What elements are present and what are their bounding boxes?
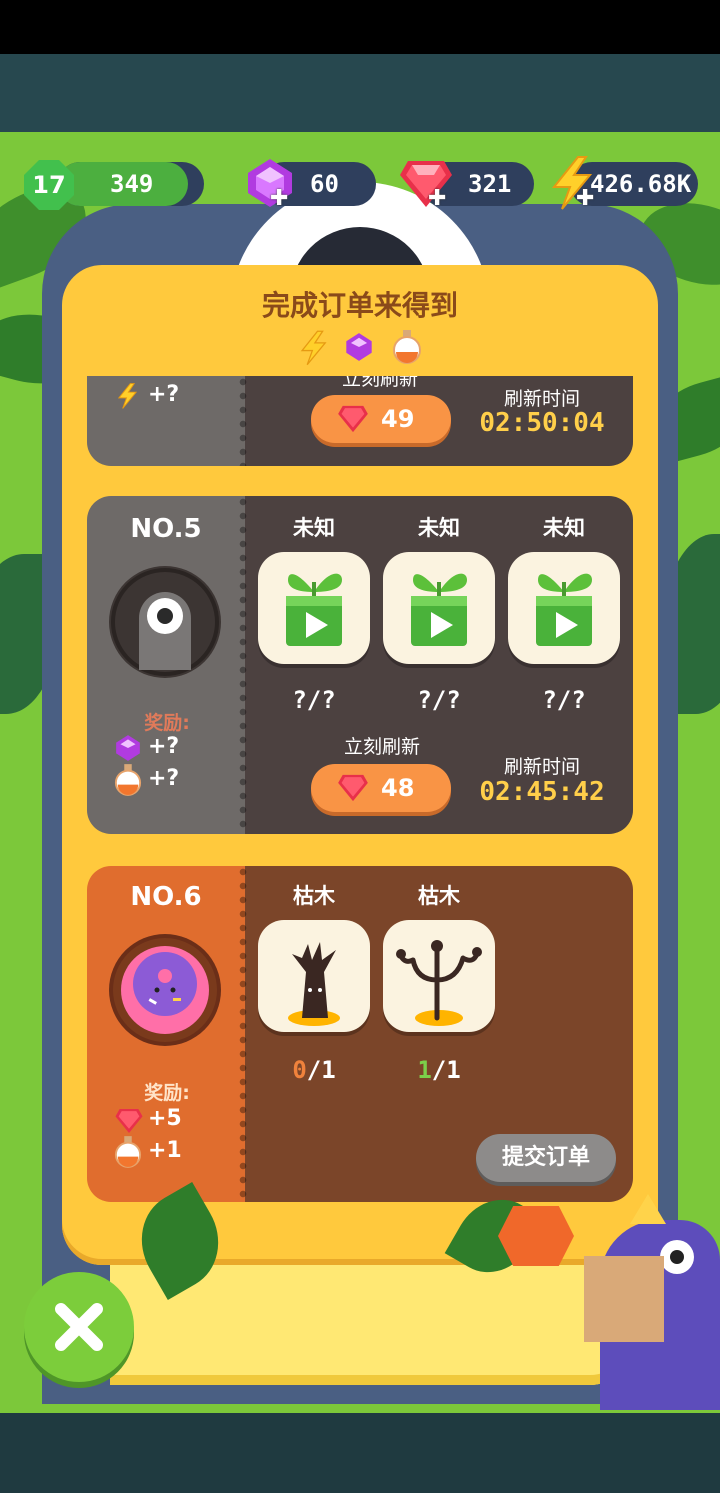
item-label: 枯木 — [418, 884, 460, 908]
gems-value: 60 — [310, 170, 339, 198]
xp-bar: 349 — [58, 162, 204, 206]
refresh-time-label: 刷新时间 — [503, 756, 580, 778]
customer-avatar — [109, 566, 221, 678]
refresh-time-value: 02:50:04 — [479, 408, 605, 438]
close-icon — [55, 1303, 103, 1351]
sprout-video-icon — [286, 573, 342, 646]
party-hat — [630, 1194, 666, 1224]
order-number: NO.6 — [130, 882, 202, 912]
add-rubies-button[interactable]: ✚ — [428, 186, 446, 211]
unknown-item-video-button[interactable] — [383, 552, 495, 664]
item-count: ?/? — [417, 686, 461, 714]
scene-top-band — [0, 54, 720, 134]
dead-tree-item[interactable] — [258, 920, 370, 1032]
lightning-icon — [117, 383, 138, 409]
customer-avatar — [109, 934, 221, 1046]
order-number: NO.5 — [130, 514, 202, 544]
reward-value: +1 — [148, 1138, 182, 1163]
item-progress: 0/1 — [258, 1056, 370, 1084]
refresh-time-value: 02:45:42 — [479, 777, 605, 807]
reward-value: +? — [148, 766, 180, 791]
orange-crystal-decoration — [498, 1206, 574, 1266]
refresh-now-label: 立刻刷新 — [341, 376, 418, 390]
panel-title: 完成订单来得到 — [261, 289, 458, 322]
ruby-icon — [338, 405, 368, 433]
refresh-cost: 48 — [381, 774, 415, 802]
reward-value: +? — [148, 734, 180, 759]
item-have: 0 — [292, 1056, 307, 1084]
potion-icon — [393, 330, 421, 364]
cardboard-box — [584, 1256, 664, 1342]
item-label: 枯木 — [293, 884, 335, 908]
sprout-video-icon — [536, 573, 592, 646]
potion-icon — [114, 1136, 142, 1168]
xp-value: 349 — [110, 170, 154, 198]
reward-label: 奖励: — [144, 712, 190, 734]
item-need: /1 — [431, 1056, 461, 1084]
sprout-video-icon — [411, 573, 467, 646]
item-need: /1 — [306, 1056, 336, 1084]
submit-order-button[interactable]: 提交订单 — [476, 1134, 616, 1182]
unknown-item-video-button[interactable] — [258, 552, 370, 664]
item-progress: 1/1 — [383, 1056, 495, 1084]
donut-customer-icon — [113, 938, 217, 1042]
rubies-value: 321 — [468, 170, 512, 198]
item-label: 未知 — [293, 516, 335, 540]
lightning-icon — [300, 330, 327, 366]
cyclops-customer-icon — [111, 568, 219, 676]
add-gems-button[interactable]: ✚ — [270, 186, 288, 211]
dead-tree-icon — [396, 940, 482, 1026]
refresh-label-clip: 立刻刷新 — [245, 376, 515, 390]
reward-label: 奖励: — [144, 1082, 190, 1104]
item-label: 未知 — [418, 516, 460, 540]
perforation — [239, 496, 247, 834]
dead-tree-icon — [288, 942, 340, 1026]
ruby-icon — [115, 1109, 143, 1133]
item-count: ?/? — [292, 686, 336, 714]
purple-gem-icon — [116, 735, 140, 761]
status-bar — [0, 0, 720, 54]
energy-value: 426.68K — [590, 170, 692, 198]
add-energy-button[interactable]: ✚ — [576, 186, 594, 211]
purple-gem-icon — [346, 333, 372, 361]
item-label: 未知 — [543, 516, 585, 540]
navigation-bar — [0, 1413, 720, 1493]
mascot-eye — [660, 1240, 694, 1274]
refresh-now-label: 立刻刷新 — [343, 736, 420, 758]
level-badge: 17 — [24, 160, 74, 210]
close-button[interactable] — [24, 1272, 134, 1382]
refresh-cost: 49 — [381, 405, 415, 433]
dead-tree-item[interactable] — [383, 920, 495, 1032]
ruby-icon — [338, 774, 368, 802]
unknown-item-video-button[interactable] — [508, 552, 620, 664]
refresh-time-label: 刷新时间 — [503, 388, 580, 410]
reward-value: +? — [148, 382, 180, 407]
item-count: ?/? — [542, 686, 586, 714]
perforation — [239, 866, 247, 1202]
potion-icon — [114, 764, 142, 796]
refresh-now-button[interactable]: 48 — [311, 764, 451, 812]
refresh-now-button[interactable]: 49 — [311, 395, 451, 443]
reward-value: +5 — [148, 1106, 182, 1131]
item-have: 1 — [417, 1056, 432, 1084]
